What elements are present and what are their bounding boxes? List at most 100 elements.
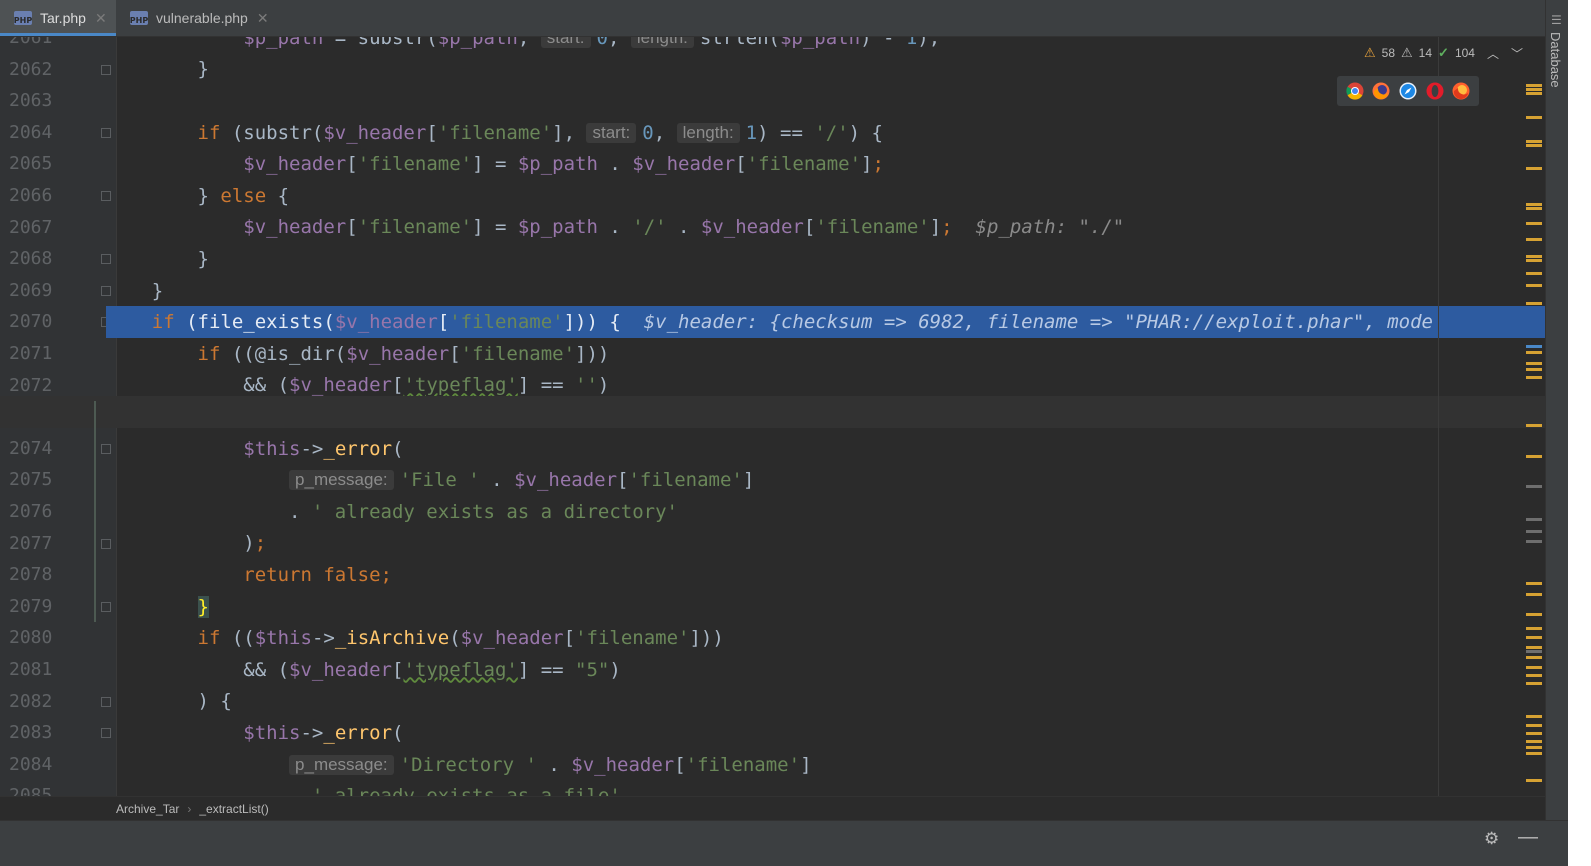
line-number[interactable]: 2068 xyxy=(9,243,69,275)
line-number[interactable]: 2082 xyxy=(9,686,69,718)
stripe-marker[interactable] xyxy=(1526,593,1542,596)
database-tool-window-button[interactable]: Database xyxy=(1548,32,1563,88)
stripe-marker[interactable] xyxy=(1526,424,1542,427)
close-icon[interactable]: ✕ xyxy=(95,10,107,27)
tab-tar-php[interactable]: PHP Tar.php ✕ xyxy=(0,0,116,36)
stripe-marker[interactable] xyxy=(1526,207,1542,210)
line-number[interactable]: 2083 xyxy=(9,717,69,749)
stripe-marker[interactable] xyxy=(1526,140,1542,143)
line-number[interactable]: 2067 xyxy=(9,212,69,244)
code-line[interactable]: && ($v_header['typeflag'] == "5") xyxy=(117,654,621,686)
line-number[interactable]: 2081 xyxy=(9,654,69,686)
stripe-marker[interactable] xyxy=(1526,116,1542,119)
stripe-marker[interactable] xyxy=(1526,368,1542,371)
fold-marker-icon[interactable] xyxy=(101,64,111,75)
code-line[interactable]: } xyxy=(117,243,209,275)
settings-gear-icon[interactable]: ⚙ xyxy=(1484,829,1499,849)
fold-marker-icon[interactable] xyxy=(101,191,111,201)
stripe-marker[interactable] xyxy=(1526,666,1542,669)
stripe-marker[interactable] xyxy=(1526,376,1542,379)
code-line[interactable]: p_message: 'Directory ' . $v_header['file… xyxy=(117,749,812,781)
line-number[interactable]: 2064 xyxy=(9,117,69,149)
stripe-marker[interactable] xyxy=(1526,302,1542,305)
stripe-marker[interactable] xyxy=(1526,144,1542,147)
code-line[interactable]: $v_header['filename'] = $p_path . $v_hea… xyxy=(117,148,884,180)
code-line[interactable]: if (($this -> _isArchive($v_header['filena… xyxy=(117,622,724,654)
safari-icon[interactable] xyxy=(1399,82,1417,100)
stripe-marker[interactable] xyxy=(1526,646,1542,649)
firefox-icon[interactable] xyxy=(1372,82,1390,100)
code-line[interactable]: p_message: 'File ' . $v_header['filename'… xyxy=(117,464,754,496)
code-line[interactable]: . ' already exists as a file' xyxy=(117,780,621,796)
code-line[interactable]: $v_header['filename'] = $p_path . '/' . … xyxy=(117,212,1124,244)
stripe-marker[interactable] xyxy=(1526,259,1542,262)
fold-marker-icon[interactable] xyxy=(101,601,111,612)
stripe-marker[interactable] xyxy=(1526,203,1542,206)
line-number[interactable]: 2078 xyxy=(9,559,69,591)
stripe-marker[interactable] xyxy=(1526,284,1542,287)
line-number[interactable]: 2071 xyxy=(9,338,69,370)
stripe-marker[interactable] xyxy=(1526,222,1542,225)
stripe-marker[interactable] xyxy=(1526,656,1542,659)
fold-marker-icon[interactable] xyxy=(101,285,111,296)
stripe-marker[interactable] xyxy=(1526,345,1542,348)
code-line[interactable]: $this -> _error( xyxy=(117,717,403,749)
code-line[interactable]: $this -> _error( xyxy=(117,433,403,465)
line-number[interactable]: 2061 xyxy=(9,37,69,54)
line-number[interactable]: 2063 xyxy=(9,85,69,117)
opera-icon[interactable] xyxy=(1426,82,1444,100)
fold-marker-icon[interactable] xyxy=(101,254,111,265)
firefox-developer-icon[interactable] xyxy=(1452,82,1470,100)
stripe-marker[interactable] xyxy=(1526,255,1542,258)
breadcrumb-method[interactable]: _extractList() xyxy=(199,802,268,816)
code-line[interactable]: if ((@is_dir($v_header['filename'])) xyxy=(117,338,610,370)
line-number[interactable]: 2074 xyxy=(9,433,69,465)
minimize-icon[interactable]: — xyxy=(1518,826,1538,849)
stripe-marker[interactable] xyxy=(1526,485,1542,488)
fold-marker-icon[interactable] xyxy=(101,127,111,138)
code-line[interactable]: if (substr($v_header['filename'], start:… xyxy=(117,117,883,149)
line-number[interactable]: 2079 xyxy=(9,591,69,623)
code-line[interactable]: } xyxy=(117,54,209,86)
close-icon[interactable]: ✕ xyxy=(257,10,269,27)
stripe-marker[interactable] xyxy=(1526,715,1542,718)
line-number[interactable]: 2076 xyxy=(9,496,69,528)
stripe-marker[interactable] xyxy=(1526,732,1542,735)
tab-vulnerable-php[interactable]: PHP vulnerable.php ✕ xyxy=(116,0,269,36)
stripe-marker[interactable] xyxy=(1526,752,1542,755)
stripe-marker[interactable] xyxy=(1526,530,1542,533)
line-number[interactable]: 2066 xyxy=(9,180,69,212)
stripe-marker[interactable] xyxy=(1526,351,1542,354)
stripe-marker[interactable] xyxy=(1526,740,1542,743)
stripe-marker[interactable] xyxy=(1526,724,1542,727)
line-number[interactable]: 2070 xyxy=(9,306,69,338)
code-line[interactable]: . ' already exists as a directory' xyxy=(117,496,678,528)
inspection-widget[interactable]: ⚠ 58 ⚠ 14 ✓ 104 ︿ ﹀ xyxy=(1364,43,1523,63)
code-line[interactable]: if (file_exists($v_header['filename'])) … xyxy=(117,306,1433,338)
chrome-icon[interactable] xyxy=(1346,82,1364,100)
stripe-marker[interactable] xyxy=(1526,636,1542,639)
code-line[interactable]: } xyxy=(117,591,209,623)
stripe-marker[interactable] xyxy=(1526,92,1542,95)
code-line[interactable]: } xyxy=(117,275,163,307)
stripe-marker[interactable] xyxy=(1526,238,1542,241)
stripe-marker[interactable] xyxy=(1526,84,1542,87)
code-line[interactable]: $p_path = substr($p_path, start: 0, lengt… xyxy=(117,37,940,54)
stripe-marker[interactable] xyxy=(1526,674,1542,677)
code-line[interactable]: return false; xyxy=(117,559,392,591)
line-number[interactable]: 2075 xyxy=(9,464,69,496)
code-line[interactable]: ) { xyxy=(117,686,232,718)
line-number[interactable]: 2065 xyxy=(9,148,69,180)
vcs-change-marker[interactable] xyxy=(94,401,96,623)
database-icon[interactable]: ☰ xyxy=(1551,14,1563,26)
line-number[interactable]: 2085 xyxy=(9,780,69,796)
stripe-marker[interactable] xyxy=(1526,167,1542,170)
line-number[interactable]: 2062 xyxy=(9,54,69,86)
line-number[interactable]: 2077 xyxy=(9,528,69,560)
code-line[interactable]: } else { xyxy=(117,180,290,212)
stripe-marker[interactable] xyxy=(1526,362,1542,365)
line-number[interactable]: 2069 xyxy=(9,275,69,307)
breadcrumb-class[interactable]: Archive_Tar xyxy=(116,802,179,816)
fold-marker-icon[interactable] xyxy=(101,696,111,707)
next-problem-icon[interactable]: ﹀ xyxy=(1511,45,1523,62)
